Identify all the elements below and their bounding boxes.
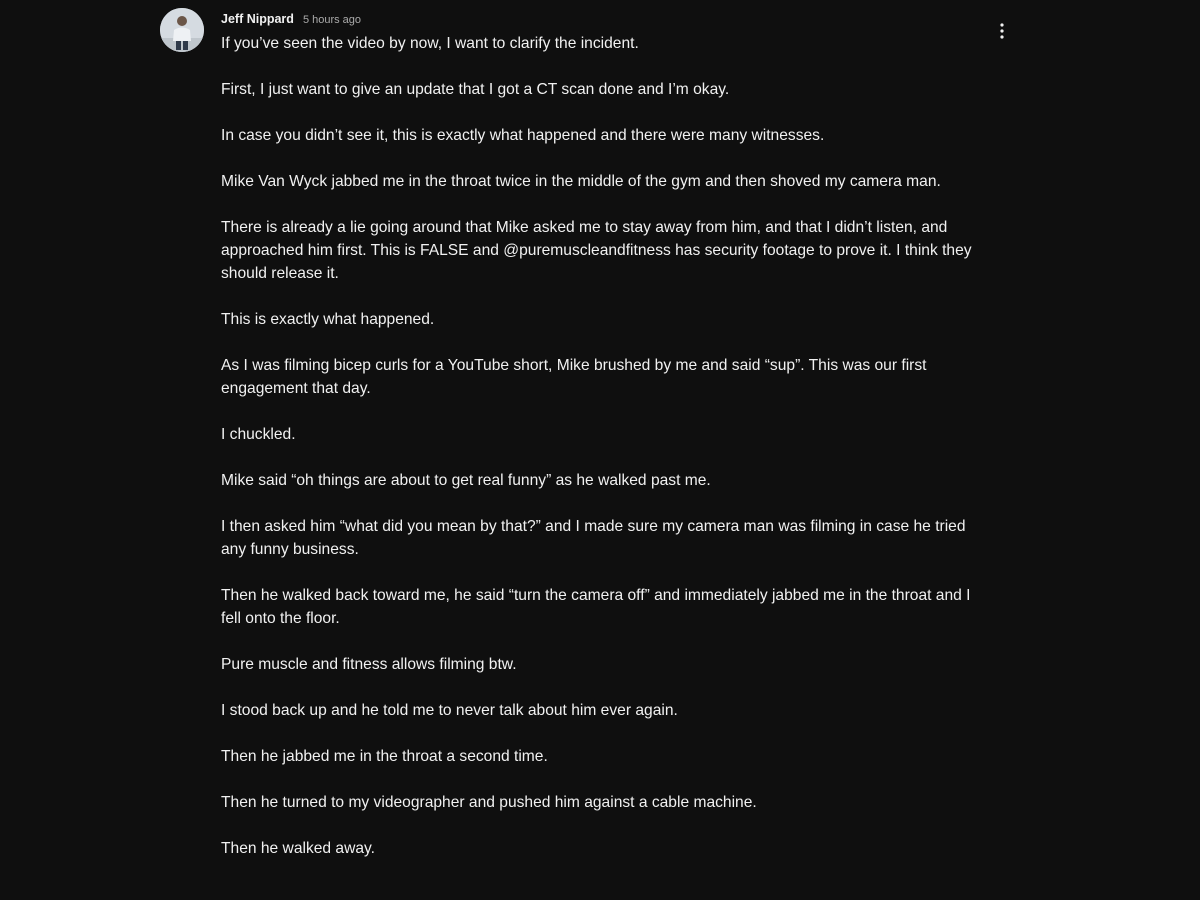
comment-paragraph: Then he jabbed me in the throat a second… <box>221 748 548 765</box>
comment-paragraph: I then asked him “what did you mean by t… <box>221 518 966 558</box>
comment-paragraph: In case you didn’t see it, this is exact… <box>221 127 825 144</box>
comment-paragraph: I chuckled. <box>221 426 296 443</box>
comment-paragraph: First, I just want to give an update tha… <box>221 81 730 98</box>
comment-body: If you’ve seen the video by now, I want … <box>221 32 991 860</box>
author-avatar[interactable] <box>160 8 204 52</box>
author-name[interactable]: Jeff Nippard <box>221 12 294 26</box>
comment-paragraph: If you’ve seen the video by now, I want … <box>221 35 639 52</box>
comment-header: Jeff Nippard 5 hours ago <box>221 12 361 26</box>
comment-paragraph: There is already a lie going around that… <box>221 219 972 282</box>
comment-timestamp[interactable]: 5 hours ago <box>303 14 361 26</box>
comment-paragraph: I stood back up and he told me to never … <box>221 702 678 719</box>
comment-paragraph: Then he walked back toward me, he said “… <box>221 587 971 627</box>
comment-paragraph: This is exactly what happened. <box>221 311 435 328</box>
comment-paragraph: Mike Van Wyck jabbed me in the throat tw… <box>221 173 941 190</box>
comment-paragraph: Then he turned to my videographer and pu… <box>221 794 757 811</box>
comment-paragraph: Mike said “oh things are about to get re… <box>221 472 711 489</box>
more-vert-icon <box>1000 23 1004 39</box>
comment-paragraph: Then he walked away. <box>221 840 376 857</box>
comment-paragraph: Pure muscle and fitness allows filming b… <box>221 656 517 673</box>
comment-thread: Jeff Nippard 5 hours ago If you’ve seen … <box>160 8 1020 900</box>
profile-photo-icon <box>160 8 204 52</box>
comment-paragraph: As I was filming bicep curls for a YouTu… <box>221 357 927 397</box>
